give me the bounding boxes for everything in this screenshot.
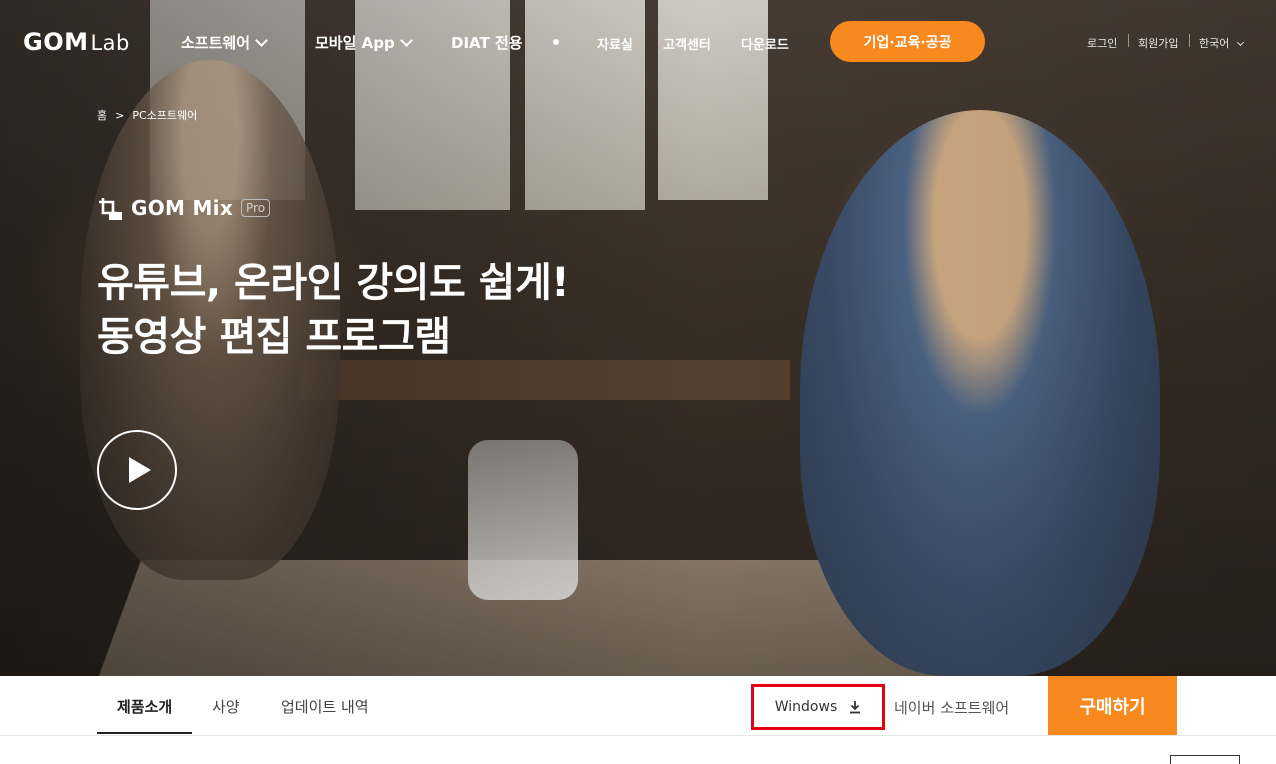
chevron-down-icon (1237, 38, 1245, 47)
breadcrumb-current[interactable]: PC소프트웨어 (132, 107, 197, 123)
nav-diat-label: DIAT 전용 (451, 34, 523, 52)
top-navigation: GOM Lab 소프트웨어 모바일 App DIAT 전용 자료실 고객센터 다운… (0, 0, 1276, 84)
nav-support[interactable]: 고객센터 (663, 34, 711, 53)
nav-diat[interactable]: DIAT 전용 (451, 32, 523, 53)
download-icon (849, 700, 861, 714)
windows-download-label: Windows (774, 699, 838, 715)
content-box-edge (1170, 755, 1240, 764)
util-divider (1128, 34, 1129, 47)
breadcrumb-separator: > (115, 108, 125, 122)
language-label: 한국어 (1199, 37, 1230, 50)
nav-download[interactable]: 다운로드 (741, 34, 789, 53)
chevron-down-icon (399, 33, 413, 47)
logo-sub: Lab (90, 31, 130, 55)
chevron-down-icon (255, 33, 268, 47)
naver-software-link[interactable]: 네이버 소프트웨어 (894, 697, 1009, 718)
play-icon (129, 457, 151, 483)
pro-badge: Pro (241, 199, 271, 217)
language-selector[interactable]: 한국어 (1199, 35, 1245, 51)
product-logo: GOM Mix Pro (97, 195, 271, 221)
tab-specs[interactable]: 사양 (212, 696, 240, 717)
nav-archive[interactable]: 자료실 (597, 34, 633, 53)
buy-button[interactable]: 구매하기 (1048, 676, 1177, 735)
nav-software-label: 소프트웨어 (181, 34, 251, 52)
nav-mobile-app[interactable]: 모바일 App (315, 32, 413, 53)
headline-line-2: 동영상 편집 프로그램 (97, 314, 451, 360)
headline-line-1: 유튜브, 온라인 강의도 쉽게! (97, 260, 570, 306)
signup-link[interactable]: 회원가입 (1138, 35, 1178, 51)
nav-mobile-app-label: 모바일 App (315, 34, 395, 52)
login-link[interactable]: 로그인 (1087, 35, 1117, 51)
windows-download-button[interactable]: Windows (751, 684, 885, 730)
gom-mix-icon (97, 195, 123, 221)
product-name: GOM Mix (131, 196, 234, 220)
logo-main: GOM (23, 28, 89, 56)
active-tab-indicator (97, 732, 192, 734)
breadcrumb-home[interactable]: 홈 (97, 107, 107, 123)
play-video-button[interactable] (97, 430, 177, 510)
enterprise-button[interactable]: 기업·교육·공공 (830, 21, 985, 62)
breadcrumb: 홈 > PC소프트웨어 (97, 107, 197, 123)
nav-software[interactable]: 소프트웨어 (181, 32, 268, 53)
nav-archive-label: 자료실 (597, 38, 633, 53)
nav-download-label: 다운로드 (741, 38, 789, 53)
tab-update-history[interactable]: 업데이트 내역 (281, 696, 369, 717)
hero-headline: 유튜브, 온라인 강의도 쉽게! 동영상 편집 프로그램 (97, 256, 570, 364)
util-divider (1189, 34, 1190, 47)
tab-product-intro[interactable]: 제품소개 (117, 696, 172, 717)
nav-separator-dot (553, 39, 559, 45)
nav-support-label: 고객센터 (663, 38, 711, 53)
gomlab-logo[interactable]: GOM Lab (23, 28, 130, 56)
